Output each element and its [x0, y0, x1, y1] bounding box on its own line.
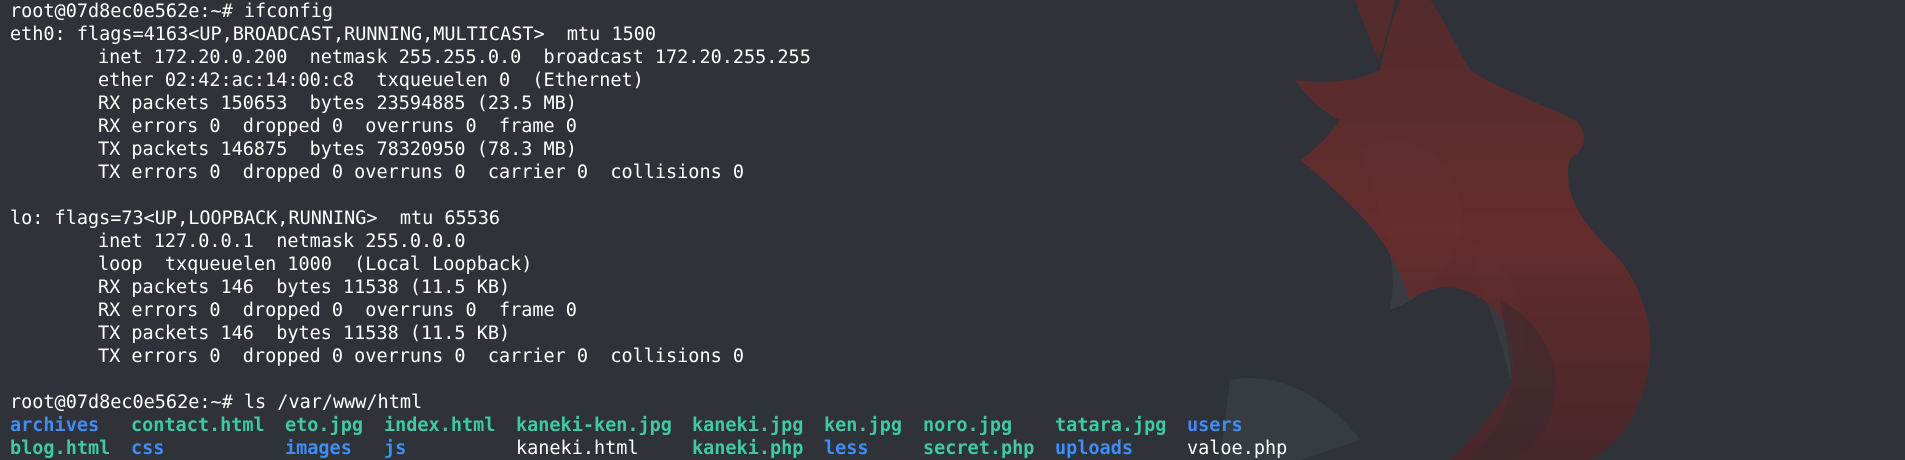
ls-entry: secret.php — [923, 438, 1035, 459]
output-line: RX errors 0 dropped 0 overruns 0 frame 0 — [98, 300, 577, 321]
output-line: inet 127.0.0.1 netmask 255.0.0.0 — [98, 231, 466, 252]
ls-entry: kaneki-ken.jpg — [516, 415, 672, 436]
output-line: loop txqueuelen 1000 (Local Loopback) — [98, 254, 533, 275]
prompt-line: root@07d8ec0e562e:~# ls /var/www/html — [10, 392, 423, 413]
ls-entry: noro.jpg — [923, 415, 1013, 436]
prompt-line: root@07d8ec0e562e:~# ifconfig — [10, 1, 334, 22]
ls-entry: index.html — [384, 415, 496, 436]
ls-row: archives contact.html eto.jpg index.html… — [10, 414, 1297, 437]
output-line: TX packets 146875 bytes 78320950 (78.3 M… — [98, 139, 577, 160]
output-line: RX errors 0 dropped 0 overruns 0 frame 0 — [98, 116, 577, 137]
ls-entry: kaneki.html — [516, 438, 639, 459]
ls-entry: kaneki.jpg — [692, 415, 804, 436]
output-line: RX packets 146 bytes 11538 (11.5 KB) — [98, 277, 511, 298]
ls-entry: valoe.php — [1187, 438, 1288, 459]
ls-entry: kaneki.php — [692, 438, 804, 459]
output-line: TX errors 0 dropped 0 overruns 0 carrier… — [98, 162, 745, 183]
output-line: eth0: flags=4163<UP,BROADCAST,RUNNING,MU… — [10, 24, 657, 45]
ls-entry: contact.html — [131, 415, 265, 436]
output-line: inet 172.20.0.200 netmask 255.255.0.0 br… — [98, 47, 811, 68]
output-line: TX packets 146 bytes 11538 (11.5 KB) — [98, 323, 511, 344]
ls-entry: eto.jpg — [285, 415, 363, 436]
output-line: RX packets 150653 bytes 23594885 (23.5 M… — [98, 93, 577, 114]
ls-entry: tatara.jpg — [1055, 415, 1167, 436]
terminal-output: root@07d8ec0e562e:~# ifconfig eth0: flag… — [10, 0, 1297, 460]
ls-entry: archives — [10, 415, 100, 436]
output-line: TX errors 0 dropped 0 overruns 0 carrier… — [98, 346, 745, 367]
ls-entry: js — [384, 438, 407, 459]
ls-entry: less — [824, 438, 869, 459]
ls-entry: css — [131, 438, 165, 459]
ls-entry: uploads — [1055, 438, 1133, 459]
ls-entry: users — [1187, 415, 1243, 436]
ls-entry: images — [285, 438, 352, 459]
ls-row: blog.html css images js kaneki.html kane… — [10, 437, 1297, 460]
terminal-window[interactable]: root@07d8ec0e562e:~# ifconfig eth0: flag… — [0, 0, 1905, 460]
ls-entry: ken.jpg — [824, 415, 902, 436]
output-line: ether 02:42:ac:14:00:c8 txqueuelen 0 (Et… — [98, 70, 644, 91]
output-line: lo: flags=73<UP,LOOPBACK,RUNNING> mtu 65… — [10, 208, 501, 229]
ls-entry: blog.html — [10, 438, 111, 459]
